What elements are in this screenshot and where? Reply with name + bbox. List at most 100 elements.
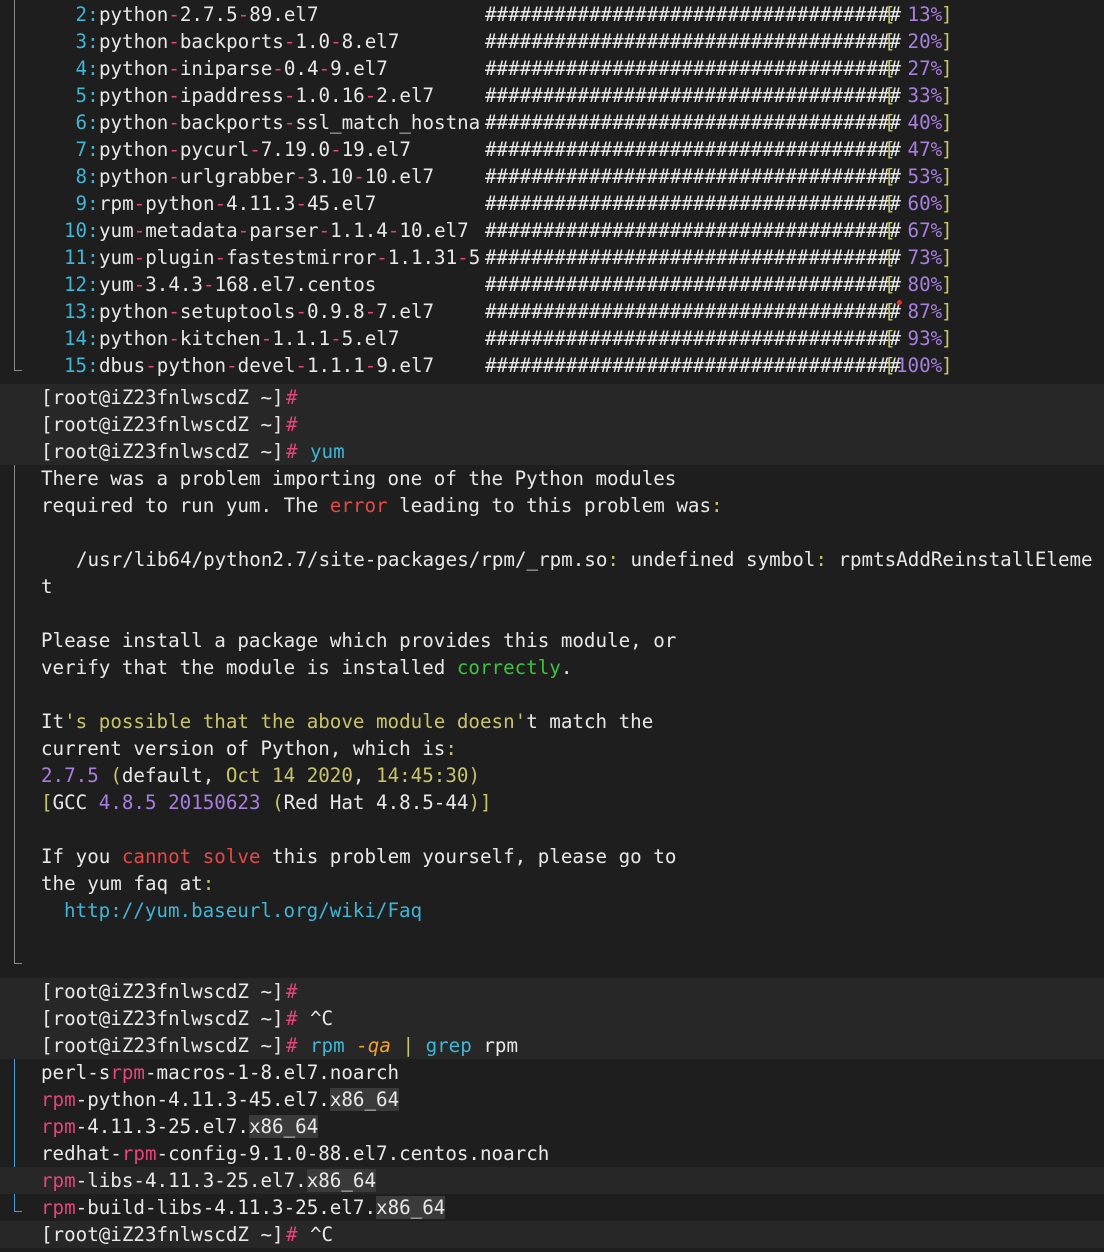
prompt: [root@iZ23fnlwscdZ ~] — [41, 413, 284, 436]
install-progress-row: 15: dbus-python-devel-1.1.1-9.el7 ########… — [0, 352, 1104, 379]
output-text: required to run yum. The — [41, 494, 330, 517]
quoted-text: 's possible that the above module doesn' — [64, 710, 527, 733]
punct: . — [560, 656, 573, 679]
pkg-dash: - — [133, 246, 146, 269]
pkg-text: plugin — [145, 246, 215, 269]
output-text: It — [41, 710, 65, 733]
bracket: [ — [884, 273, 896, 296]
pkg-version: 2. — [376, 84, 400, 107]
pkg-dash: - — [283, 30, 296, 53]
pkg-dash: - — [330, 138, 342, 161]
output-text: Red Hat 4.8.5-44 — [283, 791, 469, 814]
error-word: cannot solve — [121, 845, 261, 868]
install-progress-row: 3: python-backports-1.0-8.el7 ############… — [0, 28, 1104, 55]
faq-link[interactable]: http://yum.baseurl.org/wiki/Faq — [64, 897, 422, 924]
progress-bar: #################################### — [485, 57, 901, 80]
bracket: [ — [884, 84, 896, 107]
row-number: 12: — [64, 273, 99, 296]
pkg-text: backports — [179, 111, 284, 134]
prompt-hash: # — [286, 440, 298, 463]
prompt-hash: # — [286, 1034, 298, 1057]
percent: 20% — [896, 30, 943, 53]
progress-bar: #################################### — [485, 192, 901, 215]
pkg-dash: - — [364, 300, 377, 323]
percent: 93% — [896, 327, 943, 350]
pkg-suffix: -4.11.3-25.el7. — [75, 1115, 249, 1138]
terminal-output[interactable]: 2: python-2.7.5-89.el7 ###################… — [0, 0, 1104, 1252]
pkg-version: 1.1.1 — [306, 354, 365, 377]
output-text: this problem yourself, please go to — [260, 845, 677, 868]
pkg-text: pycurl — [179, 138, 250, 161]
row-number: 10: — [64, 219, 99, 242]
pkg-version: 7 — [422, 165, 435, 188]
pkg-text: el — [399, 354, 423, 377]
output-text: If you — [41, 845, 122, 868]
install-progress-row: 4: python-iniparse-0.4-9.el7 #############… — [0, 55, 1104, 82]
bracket: [ — [884, 246, 896, 269]
pkg-version: 0.4 — [283, 57, 319, 80]
pkg-version: 5. — [341, 327, 365, 350]
arch-selection[interactable]: x86_64 — [329, 1088, 400, 1111]
cursor-marker — [897, 300, 902, 305]
bracket: [ — [884, 219, 896, 242]
pkg-text: parser — [249, 219, 319, 242]
pkg-version: 7 — [387, 30, 400, 53]
percent: 13% — [896, 3, 943, 26]
rpm-result-row: rpm-build-libs-4.11.3-25.el7.x86_64 — [0, 1194, 1104, 1221]
pkg-version: 7. — [283, 273, 307, 296]
pkg-text: el — [399, 165, 423, 188]
pkg-version: 10. — [364, 165, 400, 188]
output-line: 2.7.5 (default, Oct 14 2020, 14:45:30) — [0, 762, 1104, 789]
bracket: ] — [941, 3, 953, 26]
output-line: [GCC 4.8.5 20150623 (Red Hat 4.8.5-44)] — [0, 789, 1104, 816]
pkg-text: el — [341, 192, 365, 215]
pkg-text: backports — [179, 30, 284, 53]
progress-bar: #################################### — [485, 246, 901, 269]
row-number: 4: — [64, 57, 99, 80]
pkg-text: devel — [237, 354, 296, 377]
prompt-line: [root@iZ23fnlwscdZ ~] # rpm -qa | grep rp… — [0, 1032, 1104, 1059]
row-number: 5: — [64, 84, 99, 107]
pkg-text: python — [99, 57, 169, 80]
progress-bar: #################################### — [485, 300, 901, 323]
command-arg: rpm — [483, 1034, 518, 1057]
output-text: verify that the module is installed — [41, 656, 457, 679]
pkg-text: python — [99, 111, 169, 134]
package-name: python-pycurl-7.19.0-19.el7 — [99, 136, 485, 163]
pkg-text: yum — [99, 246, 134, 269]
pkg-dash: - — [214, 246, 227, 269]
arch-selection[interactable]: x86_64 — [376, 1196, 446, 1219]
prompt: [root@iZ23fnlwscdZ ~] — [41, 980, 284, 1003]
prompt-hash: # — [286, 1007, 298, 1030]
pkg-dash: - — [168, 57, 180, 80]
install-progress-row: 5: python-ipaddress-1.0.16-2.el7 #########… — [0, 82, 1104, 109]
module-path: /usr/lib64/python2.7/site-packages/rpm/_… — [76, 548, 608, 571]
pkg-text: python — [99, 327, 169, 350]
install-progress-row: 11: yum-plugin-fastestmirror-1.1.31-5 ####… — [0, 244, 1104, 271]
pkg-version: 3.10 — [306, 165, 354, 188]
pkg-version: 7 — [422, 84, 435, 107]
pkg-text: iniparse — [179, 57, 273, 80]
install-progress-row: 8: python-urlgrabber-3.10-10.el7 #########… — [0, 163, 1104, 190]
progress-bar: #################################### — [485, 3, 901, 26]
pkg-dash: - — [387, 219, 400, 242]
pkg-text: python — [99, 30, 169, 53]
pkg-version: 4.11.3 — [226, 192, 296, 215]
package-name: python-iniparse-0.4-9.el7 — [99, 55, 485, 82]
output-line: t — [0, 573, 1104, 600]
pkg-suffix: -build-libs-4.11.3-25.el7. — [75, 1196, 377, 1219]
arch-selection[interactable]: x86_64 — [306, 1169, 377, 1192]
bracket: ] — [941, 192, 953, 215]
output-line: current version of Python, which is: — [0, 735, 1104, 762]
progress-bar: #################################### — [485, 219, 901, 242]
bracket: [ — [884, 30, 896, 53]
percent: 47% — [896, 138, 943, 161]
arch-selection[interactable]: x86_64 — [248, 1115, 319, 1138]
progress-bar: #################################### — [485, 273, 901, 296]
pkg-version: 2.7.5 — [179, 3, 238, 26]
prompt-hash: # — [286, 980, 298, 1003]
install-progress-row: 9: rpm-python-4.11.3-45.el7 ##############… — [0, 190, 1104, 217]
punct: : — [607, 548, 619, 571]
match-highlight: rpm — [41, 1196, 76, 1219]
output-text: GCC — [52, 791, 99, 814]
